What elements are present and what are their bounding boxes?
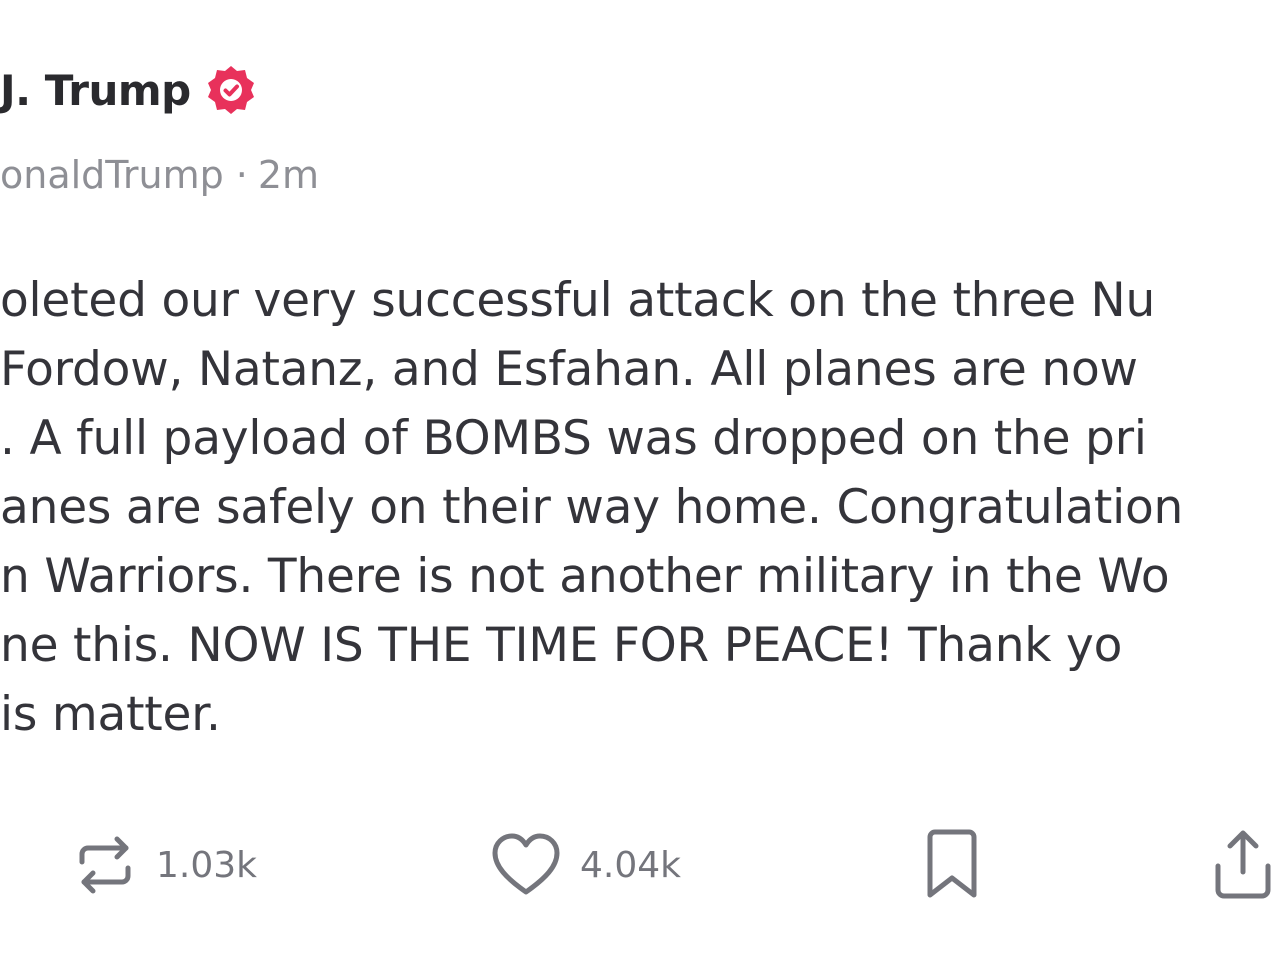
post-card: J. Trump onaldTrump · 2m oleted our very…	[0, 0, 1280, 960]
meta-separator: ·	[235, 153, 248, 197]
post-text-line: n Warriors. There is not another militar…	[0, 549, 1170, 604]
repost-count: 1.03k	[156, 844, 258, 886]
post-text-line: ne this. NOW IS THE TIME FOR PEACE! Than…	[0, 618, 1123, 673]
author-handle[interactable]: onaldTrump	[0, 153, 224, 197]
post-text-line: Fordow, Natanz, and Esfahan. All planes …	[0, 342, 1138, 397]
author-header: J. Trump	[0, 60, 257, 120]
verified-badge-icon	[205, 64, 257, 116]
post-meta: onaldTrump · 2m	[0, 148, 319, 202]
author-name[interactable]: J. Trump	[0, 66, 191, 115]
heart-icon	[490, 832, 562, 898]
repost-button[interactable]: 1.03k	[72, 828, 257, 902]
post-text-line: is matter.	[0, 687, 221, 742]
post-timestamp[interactable]: 2m	[258, 153, 319, 197]
repost-icon	[72, 832, 138, 898]
share-icon	[1206, 828, 1280, 902]
post-text-line: anes are safely on their way home. Congr…	[0, 480, 1184, 535]
share-button[interactable]	[1206, 828, 1280, 902]
post-text-line: oleted our very successful attack on the…	[0, 273, 1156, 328]
bookmark-icon	[922, 829, 982, 901]
post-text-line: . A full payload of BOMBS was dropped on…	[0, 411, 1147, 466]
post-body: oleted our very successful attack on the…	[0, 266, 1280, 749]
like-count: 4.04k	[580, 844, 682, 886]
bookmark-button[interactable]	[922, 828, 982, 902]
like-button[interactable]: 4.04k	[490, 828, 681, 902]
